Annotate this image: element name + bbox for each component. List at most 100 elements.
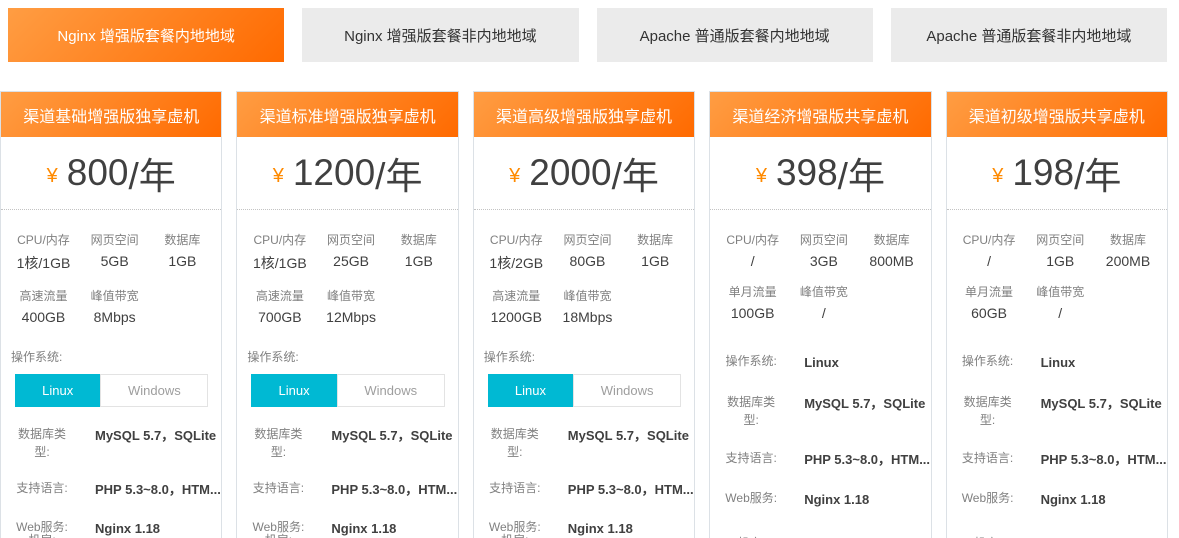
tab-apache-standard-mainland[interactable]: Apache 普通版套餐内地地域 xyxy=(597,8,873,62)
spec-grid: CPU/内存 网页空间 数据库 1核/1GB 5GB 1GB 高速流量 峰值带宽… xyxy=(1,210,221,338)
spec-value: 25GB xyxy=(316,251,385,284)
plan-card-economy: 渠道经济增强版共享虚机 ¥ 398 /年 CPU/内存 网页空间 数据库 / 3… xyxy=(709,91,931,538)
row-label: 操作系统: xyxy=(710,352,792,370)
os-label: 操作系统: xyxy=(484,348,694,365)
spec-label: 峰值带宽 xyxy=(316,284,385,307)
row-value: Linux xyxy=(1029,352,1167,373)
spec-value: 80GB xyxy=(553,251,622,284)
linux-button[interactable]: Linux xyxy=(15,374,100,407)
plan-title: 渠道初级增强版共享虚机 xyxy=(947,92,1167,137)
spec-label: 网页空间 xyxy=(316,228,385,251)
row-value: MySQL 5.7，SQLite xyxy=(792,393,930,414)
plan-price: ¥ 800 /年 xyxy=(1,137,221,210)
plan-details: 操作系统: Linux 数据库类 型: MySQL 5.7，SQLite 支持语… xyxy=(710,352,930,538)
spec-value-empty xyxy=(622,307,688,336)
plan-title: 渠道标准增强版独享虚机 xyxy=(237,92,457,137)
spec-grid: CPU/内存 网页空间 数据库 / 1GB 200MB 单月流量 峰值带宽 60… xyxy=(947,210,1167,334)
row-value xyxy=(319,531,457,532)
price-unit: /年 xyxy=(612,146,659,200)
spec-value: 3GB xyxy=(789,251,858,280)
row-value: MySQL 5.7，SQLite xyxy=(556,425,694,446)
spec-value: 12Mbps xyxy=(316,307,385,336)
spec-value: / xyxy=(1026,303,1095,332)
spec-value-empty xyxy=(859,303,925,332)
spec-label: CPU/内存 xyxy=(480,228,553,251)
row-value: PHP 5.3~8.0，HTM... xyxy=(319,479,457,500)
spec-value: 1GB xyxy=(386,251,452,284)
os-toggle: Linux Windows xyxy=(15,374,208,407)
linux-button[interactable]: Linux xyxy=(488,374,573,407)
spec-value: / xyxy=(789,303,858,332)
linux-button[interactable]: Linux xyxy=(251,374,336,407)
tab-nginx-enhanced-non-mainland[interactable]: Nginx 增强版套餐非内地地域 xyxy=(302,8,578,62)
windows-button[interactable]: Windows xyxy=(100,374,208,407)
spec-value-empty xyxy=(149,307,215,336)
row-value: PHP 5.3~8.0，HTM... xyxy=(556,479,694,500)
currency-symbol: ¥ xyxy=(756,159,767,188)
spec-label-empty xyxy=(386,284,452,307)
price-amount: 398 xyxy=(776,152,838,194)
currency-symbol: ¥ xyxy=(992,159,1003,188)
row-label: 机房: xyxy=(1,531,83,538)
row-value: MySQL 5.7，SQLite xyxy=(1029,393,1167,414)
spec-value: 18Mbps xyxy=(553,307,622,336)
spec-value: 1核/1GB xyxy=(243,251,316,284)
spec-grid: CPU/内存 网页空间 数据库 / 3GB 800MB 单月流量 峰值带宽 10… xyxy=(710,210,930,334)
plan-price: ¥ 398 /年 xyxy=(710,137,930,210)
database-type-row: 数据库类 型: MySQL 5.7，SQLite xyxy=(474,425,694,461)
spec-label: 高速流量 xyxy=(7,284,80,307)
spec-label: CPU/内存 xyxy=(7,228,80,251)
row-value: PHP 5.3~8.0，HTM... xyxy=(1029,449,1167,470)
database-type-row: 数据库类 型: MySQL 5.7，SQLite xyxy=(1,425,221,461)
price-amount: 1200 xyxy=(293,152,375,194)
plan-price: ¥ 1200 /年 xyxy=(237,137,457,210)
row-label: 数据库类 型: xyxy=(237,425,319,461)
database-type-row: 数据库类 型: MySQL 5.7，SQLite xyxy=(947,393,1167,429)
plan-price: ¥ 198 /年 xyxy=(947,137,1167,210)
plan-title: 渠道高级增强版独享虚机 xyxy=(474,92,694,137)
row-label: 机房: xyxy=(710,534,792,538)
row-label: 支持语言: xyxy=(474,479,556,497)
windows-button[interactable]: Windows xyxy=(337,374,445,407)
row-value: Nginx 1.18 xyxy=(319,518,457,538)
plan-card-basic: 渠道基础增强版独享虚机 ¥ 800 /年 CPU/内存 网页空间 数据库 1核/… xyxy=(0,91,222,538)
spec-value: / xyxy=(953,251,1026,280)
language-row: 支持语言: PHP 5.3~8.0，HTM... xyxy=(237,479,457,500)
plan-details: 操作系统: Linux 数据库类 型: MySQL 5.7，SQLite 支持语… xyxy=(947,352,1167,538)
language-row: 支持语言: PHP 5.3~8.0，HTM... xyxy=(947,449,1167,470)
spec-value: 1GB xyxy=(622,251,688,284)
spec-value: 400GB xyxy=(7,307,80,336)
spec-label: 高速流量 xyxy=(243,284,316,307)
spec-label-empty xyxy=(149,284,215,307)
language-row: 支持语言: PHP 5.3~8.0，HTM... xyxy=(1,479,221,500)
spec-label: CPU/内存 xyxy=(243,228,316,251)
row-label: 支持语言: xyxy=(237,479,319,497)
spec-value: 800MB xyxy=(859,251,925,280)
row-value xyxy=(83,531,221,532)
row-value: PHP 5.3~8.0，HTM... xyxy=(83,479,221,500)
windows-button[interactable]: Windows xyxy=(573,374,681,407)
row-label: 支持语言: xyxy=(1,479,83,497)
tab-nginx-enhanced-mainland[interactable]: Nginx 增强版套餐内地地域 xyxy=(8,8,284,62)
row-label: 支持语言: xyxy=(710,449,792,467)
spec-label: 单月流量 xyxy=(716,280,789,303)
datacenter-row: 机房: xyxy=(710,534,930,538)
spec-value: 100GB xyxy=(716,303,789,332)
spec-value: 5GB xyxy=(80,251,149,284)
spec-label: CPU/内存 xyxy=(716,228,789,251)
tab-apache-standard-non-mainland[interactable]: Apache 普通版套餐非内地地域 xyxy=(891,8,1167,62)
os-row: 操作系统: Linux xyxy=(710,352,930,373)
spec-value: 200MB xyxy=(1095,251,1161,280)
spec-label: 峰值带宽 xyxy=(789,280,858,303)
spec-label: 峰值带宽 xyxy=(80,284,149,307)
price-unit: /年 xyxy=(128,146,175,200)
currency-symbol: ¥ xyxy=(509,159,520,188)
spec-grid: CPU/内存 网页空间 数据库 1核/1GB 25GB 1GB 高速流量 峰值带… xyxy=(237,210,457,338)
row-label: 数据库类 型: xyxy=(710,393,792,429)
price-unit: /年 xyxy=(838,146,885,200)
plan-tabs: Nginx 增强版套餐内地地域 Nginx 增强版套餐非内地地域 Apache … xyxy=(8,8,1167,62)
spec-label: 数据库 xyxy=(859,228,925,251)
plan-title: 渠道基础增强版独享虚机 xyxy=(1,92,221,137)
os-label: 操作系统: xyxy=(247,348,457,365)
spec-label: 数据库 xyxy=(149,228,215,251)
